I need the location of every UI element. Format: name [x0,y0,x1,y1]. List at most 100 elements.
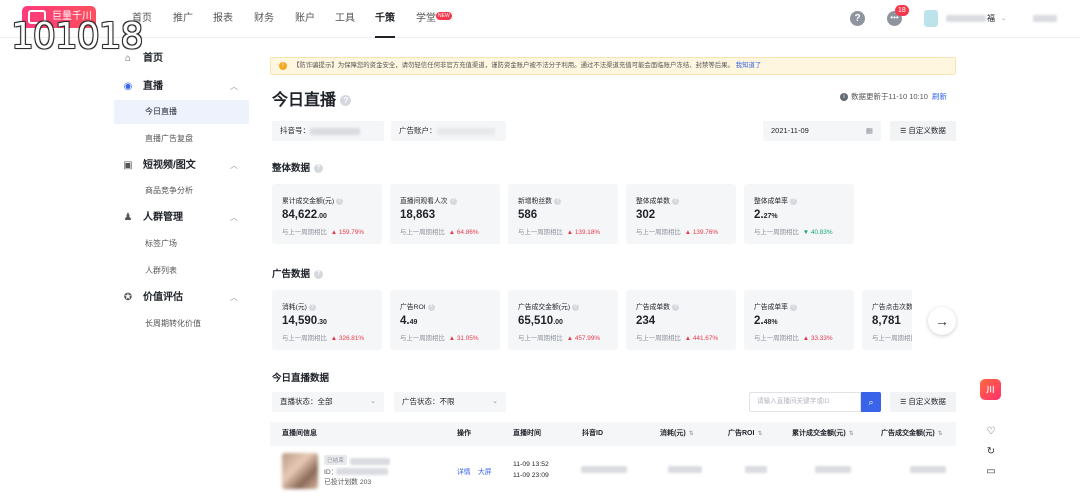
sidebar-item-product-analysis[interactable]: 商品竞争分析 [114,179,249,203]
account-blurred[interactable] [1033,15,1057,22]
help-icon[interactable]: ? [336,197,344,205]
sidebar-group-video[interactable]: ▣ 短视频/图文 ︿ [122,153,250,179]
metric-compare: 与上一周期相比 ▲ 441.67% [636,335,719,342]
brand-float-icon[interactable]: 川 [980,379,1001,400]
update-time: 数据更新于11-10 10:10 [851,92,928,101]
help-icon[interactable]: ? [553,197,561,205]
sidebar-group-label: 直播 [143,81,163,92]
search-icon[interactable]: ⌕ [861,392,881,412]
metric-card[interactable]: 直播间观看人次? 18,863 与上一周期相比 ▲ 64.86% [390,184,500,244]
sidebar-group-label: 人群管理 [143,212,183,223]
nav-academy[interactable]: 学堂 [416,0,436,38]
nav-tools[interactable]: 工具 [335,0,355,38]
sidebar-group-label: 短视频/图文 [143,160,196,171]
help-icon[interactable]: ? [572,303,580,311]
col-ad-gmv[interactable]: 广告成交金额(元) ⇅ [881,422,943,446]
metric-compare: 与上一周期相比 ▲ 64.86% [400,229,479,236]
help-icon[interactable]: ? [314,269,324,279]
live-search-input[interactable]: 请输入直播间关键字或ID [749,392,861,412]
metric-card[interactable]: 新增粉丝数? 586 与上一周期相比 ▲ 139.18% [508,184,618,244]
metric-card[interactable]: 广告ROI? 4.49 与上一周期相比 ▲ 31.05% [390,290,500,350]
help-icon[interactable]: ? [789,197,797,205]
arrow-up-icon: ▲ [330,335,338,342]
ad-account-filter[interactable]: 广告账户： [391,121,506,141]
detail-link[interactable]: 详情 [457,466,471,476]
section-title-text: 广告数据 [272,269,311,280]
sort-icon: ⇅ [688,431,694,437]
help-icon[interactable]: ? [340,95,352,107]
live-end-time: 11-09 23:09 [513,472,549,479]
col-total-gmv[interactable]: 累计成交金额(元) ⇅ [792,422,854,446]
help-icon[interactable]: ? [850,11,865,26]
help-icon[interactable]: ? [449,197,457,205]
nav-finance[interactable]: 财务 [254,0,274,38]
metric-value: 2.48% [754,315,778,327]
sidebar-group-audience[interactable]: ♟ 人群管理 ︿ [122,205,250,231]
refresh-icon[interactable]: ↻ [983,444,999,460]
big-screen-link[interactable]: 大屏 [478,466,492,476]
help-icon[interactable]: ? [671,303,679,311]
custom-data-button[interactable]: ☰ 自定义数据 [890,121,956,141]
help-icon[interactable]: ? [427,303,435,311]
arrow-up-icon: ▲ [802,335,810,342]
refresh-link[interactable]: 刷新 [932,92,947,101]
table-custom-data-button[interactable]: ☰ 自定义数据 [890,392,956,412]
col-cost[interactable]: 消耗(元) ⇅ [660,422,694,446]
metric-label: 整体成单率? [754,195,797,205]
nav-account[interactable]: 账户 [295,0,315,38]
button-label: 自定义数据 [908,126,946,135]
metric-card[interactable]: 累计成交金额(元)? 84,622.00 与上一周期相比 ▲ 159.79% [272,184,382,244]
filter-value: 直播状态：全部 [280,397,333,406]
sidebar-group-home[interactable]: ⌂ 首页 [122,46,250,72]
metric-card[interactable]: 整体成单数? 302 与上一周期相比 ▲ 139.76% [626,184,736,244]
help-icon[interactable]: ? [308,303,316,311]
metric-value: 4.49 [400,315,418,327]
col-ad-roi[interactable]: 广告ROI ⇅ [728,422,762,446]
metric-value: 586 [518,209,538,221]
live-status-filter[interactable]: 直播状态：全部 ⌄ [272,392,384,412]
user-dropdown-icon[interactable]: ⌄ [1001,15,1006,22]
help-icon[interactable]: ? [671,197,679,205]
metric-compare: 与上一周期相比 [872,335,912,342]
metric-card[interactable]: 整体成单率? 2.27% 与上一周期相比 ▼ 40.83% [744,184,854,244]
heart-icon[interactable]: ♡ [983,424,999,440]
sort-icon: ⇅ [937,431,943,437]
col-label: 广告ROI [728,430,755,437]
sidebar-group-value[interactable]: ✪ 价值评估 ︿ [122,285,250,311]
metric-card[interactable]: 广告成单率? 2.48% 与上一周期相比 ▲ 33.33% [744,290,854,350]
total-gmv-blurred [815,466,851,473]
help-icon[interactable]: ? [314,163,324,173]
nav-promotion[interactable]: 推广 [173,0,193,38]
metric-card[interactable]: 广告点击次数? 8,781 与上一周期相比 [862,290,912,350]
sidebar-item-long-term-value[interactable]: 长周期转化价值 [114,312,249,336]
roi-blurred [745,466,767,473]
nav-qiance[interactable]: 千策 [375,0,395,38]
metric-card[interactable]: 广告成交金额(元)? 65,510.00 与上一周期相比 ▲ 457.99% [508,290,618,350]
live-icon: ◉ [123,81,133,92]
chevron-up-icon: ︿ [230,293,238,302]
sidebar-item-audience-list[interactable]: 人群列表 [114,259,249,283]
nav-reports[interactable]: 报表 [213,0,233,38]
date-picker[interactable]: 2021-11-09 ▦ [763,121,881,141]
new-badge: NEW [436,12,452,20]
live-room-thumbnail[interactable] [282,453,318,489]
warning-icon: ! [279,62,287,70]
help-icon[interactable]: ? [789,303,797,311]
ad-status-filter[interactable]: 广告状态：不限 ⌄ [394,392,506,412]
sidebar-item-live-ad-review[interactable]: 直播广告复盘 [114,127,249,151]
section-title-text: 整体数据 [272,163,311,174]
metric-card[interactable]: 广告成单数? 234 与上一周期相比 ▲ 441.67% [626,290,736,350]
avatar[interactable] [924,10,938,27]
notice-text: 【防诈骗提示】为保障您的资金安全，请勿轻信任何非官方充值渠道，谨防资金账户被不法… [293,62,734,69]
sidebar-item-tag-square[interactable]: 标签广场 [114,232,249,256]
sidebar-group-live[interactable]: ◉ 直播 ︿ [122,74,250,100]
douyin-account-filter[interactable]: 抖音号： [272,121,384,141]
feedback-icon[interactable]: ▭ [983,464,999,480]
metric-compare: 与上一周期相比 ▼ 40.83% [754,229,833,236]
metric-compare: 与上一周期相比 ▲ 159.79% [282,229,365,236]
sort-icon: ⇅ [757,431,763,437]
arrow-right-icon[interactable]: → [928,307,956,335]
notice-ack-link[interactable]: 我知道了 [736,62,762,69]
metric-card[interactable]: 消耗(元)? 14,590.30 与上一周期相比 ▲ 326.81% [272,290,382,350]
sidebar-item-today-live[interactable]: 今日直播 [114,100,249,124]
